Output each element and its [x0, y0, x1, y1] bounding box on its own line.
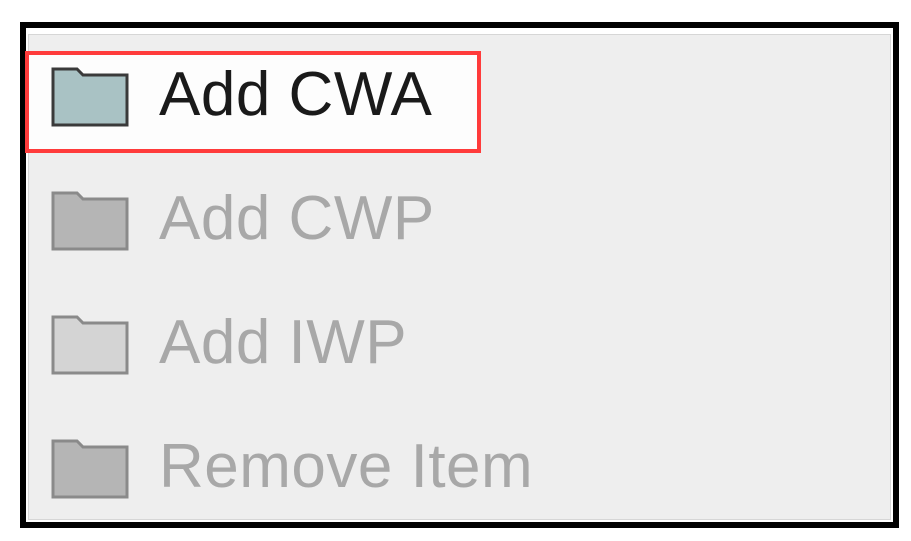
menu-item-remove-item[interactable]: Remove Item: [29, 407, 890, 529]
folder-icon: [51, 315, 129, 375]
folder-icon: [51, 191, 129, 251]
menu-item-add-iwp[interactable]: Add IWP: [29, 283, 890, 405]
context-menu-frame: Add CWA Add CWP Add IWP Remove Item: [20, 22, 899, 528]
menu-item-label: Add CWA: [159, 60, 433, 129]
menu-item-label: Add CWP: [159, 184, 435, 253]
menu-item-add-cwa[interactable]: Add CWA: [29, 35, 890, 157]
menu-item-label: Remove Item: [159, 432, 534, 501]
menu-item-add-cwp[interactable]: Add CWP: [29, 159, 890, 281]
folder-icon: [51, 439, 129, 499]
menu-item-label: Add IWP: [159, 308, 408, 377]
folder-icon: [51, 67, 129, 127]
context-menu: Add CWA Add CWP Add IWP Remove Item: [25, 34, 891, 520]
